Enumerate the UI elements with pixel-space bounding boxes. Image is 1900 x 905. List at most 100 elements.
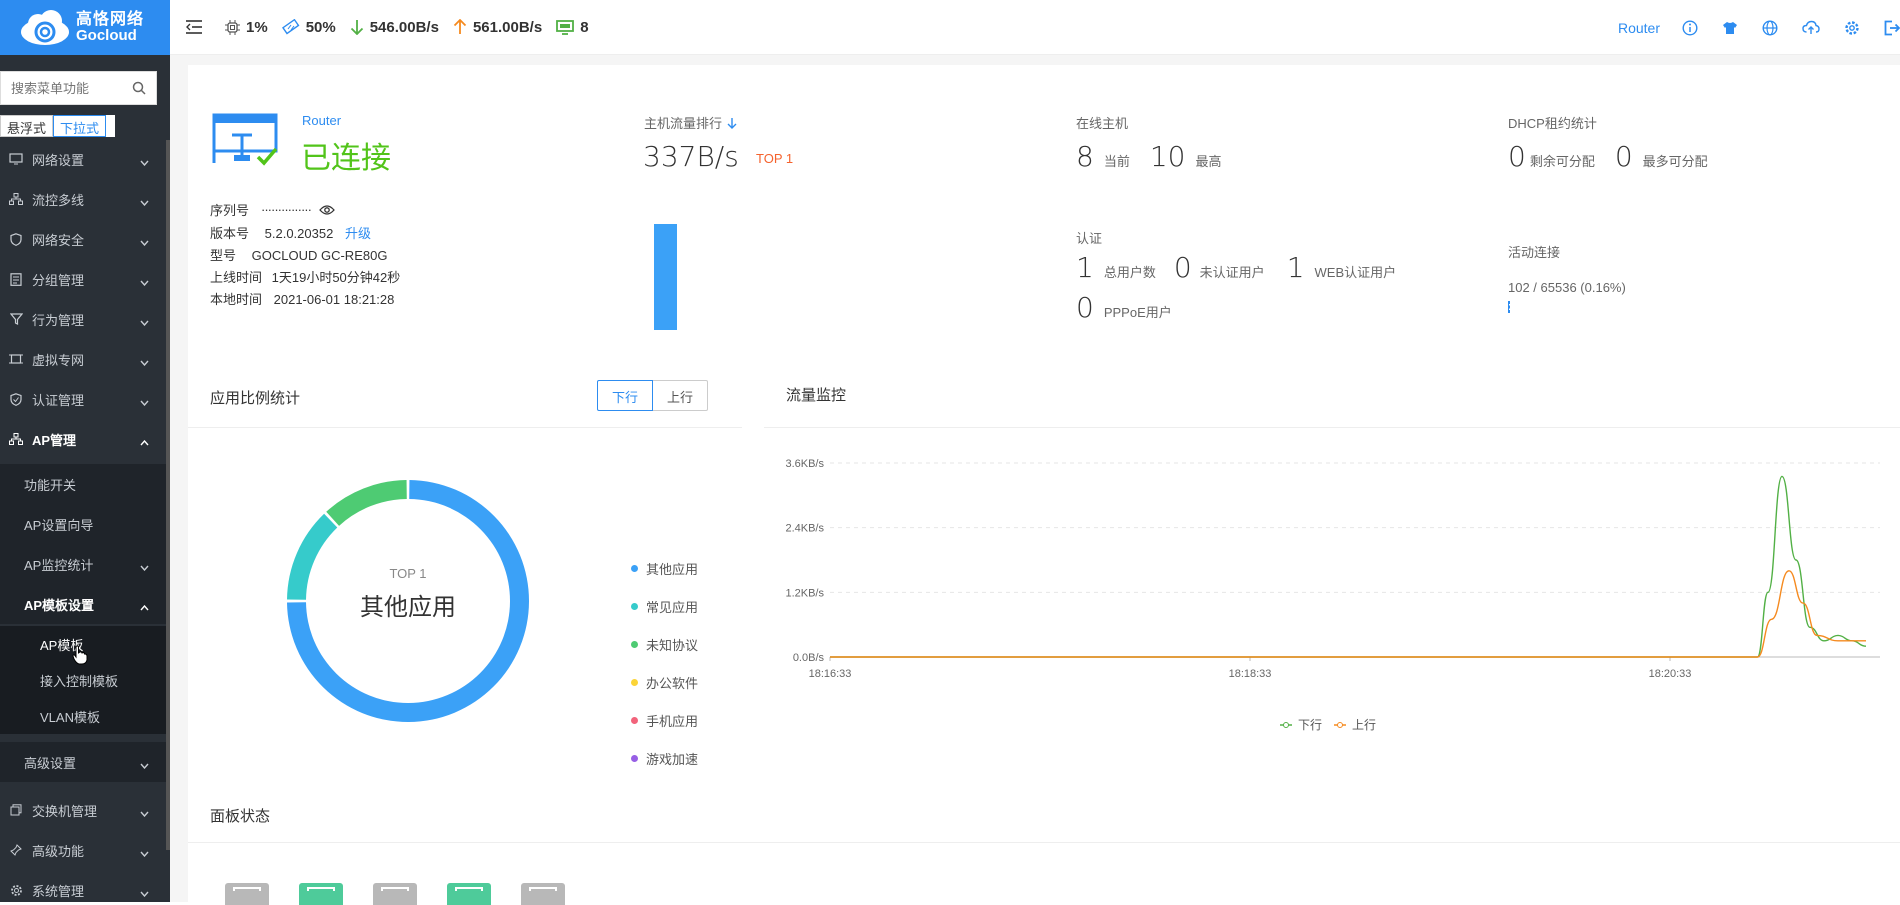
donut-slice[interactable] <box>326 480 407 526</box>
legend-dot-icon <box>631 679 638 686</box>
router-name[interactable]: Router <box>1618 20 1660 36</box>
switch-icon <box>8 803 24 817</box>
menu-system-management[interactable]: 系统管理 <box>0 870 170 902</box>
auth-unauth: 0 <box>1173 251 1192 284</box>
menu-network-settings[interactable]: 网络设置 <box>0 139 170 179</box>
legend-item[interactable]: 常见应用 <box>631 597 698 616</box>
theme-shirt-icon[interactable] <box>1722 21 1738 35</box>
auth-web-label: WEB认证用户 <box>1314 265 1397 280</box>
app-ratio-title: 应用比例统计 <box>210 390 301 407</box>
x-tick-label: 18:16:33 <box>809 668 852 680</box>
gear-icon <box>8 883 24 897</box>
legend-download-label[interactable]: 下行 <box>1298 716 1322 733</box>
y-tick-label: 1.2KB/s <box>785 587 824 599</box>
chevron-up-icon <box>140 599 149 611</box>
menu-behavior-management[interactable]: 行为管理 <box>0 299 170 339</box>
menu-ap-monitor[interactable]: AP监控统计 <box>0 544 170 584</box>
donut-center-name: 其他应用 <box>360 594 456 621</box>
legend-label: 手机应用 <box>646 714 699 729</box>
auth-total: 1 <box>1076 251 1094 284</box>
series-line-download <box>830 475 1867 658</box>
menu-ap-template-settings[interactable]: AP模板设置 <box>0 584 170 624</box>
eye-icon[interactable] <box>319 204 335 216</box>
menu-vpn[interactable]: 虚拟专网 <box>0 339 170 379</box>
legend-upload-icon <box>1334 721 1347 728</box>
search-icon[interactable] <box>132 81 146 100</box>
shield-icon <box>8 232 24 246</box>
dhcp-remaining-label: 剩余可分配 <box>1529 154 1595 169</box>
menu-auth-management[interactable]: 认证管理 <box>0 379 170 419</box>
traffic-rank-header[interactable]: 主机流量排行 <box>644 113 738 132</box>
chevron-down-icon <box>140 354 149 367</box>
collapse-menu-icon[interactable] <box>185 19 203 35</box>
tab-upload[interactable]: 上行 <box>653 380 709 411</box>
traffic-line-chart[interactable]: 0.0B/s 1.2KB/s 2.4KB/s 3.6KB/s 18:16:33 18:18… <box>764 455 1900 685</box>
menu-label: 虚拟专网 <box>32 352 85 368</box>
logout-icon[interactable] <box>1884 20 1900 36</box>
divider <box>764 427 1900 428</box>
search-input[interactable] <box>1 80 121 96</box>
menu-label: AP管理 <box>32 432 77 448</box>
dhcp-values: 0 剩余可分配 0 最多可分配 <box>1508 140 1708 173</box>
version-value: 5.2.0.20352 <box>264 226 334 241</box>
sidebar: 高恪网络 Gocloud 悬浮式 下拉式 网络设置 流控多线 网络安全 <box>0 0 170 902</box>
upgrade-link[interactable]: 升级 <box>345 226 371 241</box>
tab-download[interactable]: 下行 <box>597 380 654 411</box>
traffic-rank-bar[interactable] <box>654 224 677 330</box>
legend-item[interactable]: 办公软件 <box>631 673 698 692</box>
legend-item[interactable]: 游戏加速 <box>631 749 698 768</box>
auth-values-row2: 0 PPPoE用户 <box>1076 291 1172 324</box>
donut-center-top: TOP 1 <box>389 566 427 581</box>
dashboard-content: Router 已连接 序列号 ··············· 版本号 5.2.0… <box>188 65 1900 905</box>
divider <box>188 842 1900 843</box>
main-menu: 网络设置 流控多线 网络安全 分组管理 行为管理 虚拟专网 认证管理 AP管理 <box>0 139 170 459</box>
legend-label: 游戏加速 <box>646 752 699 767</box>
menu-group-management[interactable]: 分组管理 <box>0 259 170 299</box>
mode-float-button[interactable]: 悬浮式 <box>0 115 54 137</box>
memory-value: 50% <box>305 18 336 36</box>
sidebar-search[interactable] <box>0 71 157 105</box>
legend-upload-label[interactable]: 上行 <box>1352 716 1376 733</box>
bottom-menu: 交换机管理 高级功能 系统管理 <box>0 790 170 902</box>
legend-dot-icon <box>631 755 638 762</box>
uptime-row: 上线时间 1天19小时50分钟42秒 <box>210 267 400 286</box>
dhcp-title: DHCP租约统计 <box>1508 116 1597 131</box>
menu-ap-management[interactable]: AP管理 <box>0 419 170 459</box>
menu-switch-management[interactable]: 交换机管理 <box>0 790 170 830</box>
menu-ap-advanced[interactable]: 高级设置 <box>0 742 170 782</box>
legend-item[interactable]: 未知协议 <box>631 635 698 654</box>
legend-item[interactable]: 手机应用 <box>631 711 698 730</box>
legend-dot-icon <box>631 717 638 724</box>
upload-stat: 561.00B/s <box>453 19 542 36</box>
menu-ap-wizard[interactable]: AP设置向导 <box>0 504 170 544</box>
ap-template-submenu: AP模板 接入控制模板 VLAN模板 <box>0 626 170 734</box>
localtime-value: 2021-06-01 18:21:28 <box>273 292 395 307</box>
menu-flow-control[interactable]: 流控多线 <box>0 179 170 219</box>
menu-label: AP监控统计 <box>24 557 94 573</box>
cloud-upload-icon[interactable] <box>1802 20 1820 35</box>
topbar-right: Router <box>1618 0 1900 55</box>
info-icon[interactable] <box>1682 19 1698 36</box>
chevron-down-icon <box>140 194 149 207</box>
online-hosts-title: 在线主机 <box>1076 116 1129 131</box>
serial-row: 序列号 ··············· <box>210 200 335 219</box>
settings-gear-icon[interactable] <box>1844 20 1860 36</box>
menu-label: 接入控制模板 <box>40 673 119 689</box>
menu-label: 高级设置 <box>24 755 77 771</box>
menu-label: 功能开关 <box>24 477 77 493</box>
menu-vlan-template[interactable]: VLAN模板 <box>0 698 170 734</box>
chevron-down-icon <box>140 274 149 287</box>
menu-ap-switch[interactable]: 功能开关 <box>0 464 170 504</box>
menu-label: AP模板设置 <box>24 597 95 613</box>
auth-title: 认证 <box>1076 231 1103 246</box>
globe-language-icon[interactable] <box>1762 19 1778 36</box>
main-area: Router 已连接 序列号 ··············· 版本号 5.2.0… <box>170 55 1900 905</box>
menu-label: 高级功能 <box>32 843 85 859</box>
legend-item[interactable]: 其他应用 <box>631 559 698 578</box>
menu-advanced-functions[interactable]: 高级功能 <box>0 830 170 870</box>
auth-unauth-label: 未认证用户 <box>1199 265 1265 280</box>
active-conn-value: 102 / 65536 (0.16%) <box>1508 280 1626 295</box>
mode-dropdown-button[interactable]: 下拉式 <box>53 115 107 137</box>
menu-network-security[interactable]: 网络安全 <box>0 219 170 259</box>
x-tick-label: 18:18:33 <box>1229 668 1272 680</box>
